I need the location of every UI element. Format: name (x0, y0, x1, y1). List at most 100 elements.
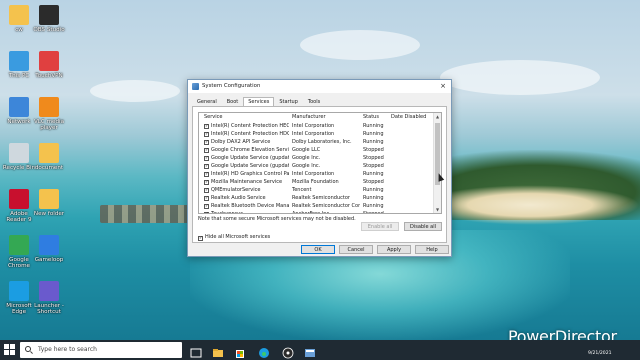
tab-tools[interactable]: Tools (303, 97, 325, 106)
desktop-icon-label: TouchVPN (35, 73, 63, 79)
service-row[interactable]: ✓Touchvpnsvc AnchorFree Inc. Stopped (199, 211, 433, 214)
taskbar-date[interactable]: 9/21/2021 (588, 351, 612, 356)
desktop-icon-touchvpn[interactable]: TouchVPN (30, 51, 68, 79)
services-list-header: Service Manufacturer Status Date Disable… (199, 114, 433, 122)
service-checkbox[interactable]: ✓ (204, 164, 209, 169)
system-configuration-taskbar-icon[interactable] (304, 344, 316, 357)
service-checkbox[interactable]: ✓ (204, 172, 209, 177)
water-villas (100, 205, 195, 223)
tab-startup[interactable]: Startup (274, 97, 303, 106)
service-status: Stopped (363, 211, 384, 214)
service-row[interactable]: ✓ Intel(R) Content Protection HDC... Intel… (199, 131, 433, 139)
file-explorer-icon[interactable] (212, 344, 224, 357)
taskbar-search-box[interactable]: Type here to search (20, 342, 182, 358)
island-beach (420, 185, 640, 225)
desktop-icon-launcher-shortcut[interactable]: Launcher - Shortcut (30, 281, 68, 316)
service-status: Running (363, 171, 384, 177)
service-row[interactable]: ✓ Google Chrome Elevation Servic... Google… (199, 147, 433, 155)
service-manufacturer: Mozilla Foundation (292, 179, 339, 185)
search-placeholder: Type here to search (38, 346, 97, 353)
service-checkbox[interactable]: ✓ (204, 124, 209, 129)
hide-microsoft-services[interactable]: ✓ Hide all Microsoft services (198, 234, 270, 241)
service-row[interactable]: ✓ Intel(R) Content Protection HEC... Intel… (199, 123, 433, 131)
service-checkbox[interactable]: ✓ (204, 212, 209, 213)
service-name: Realtek Bluetooth Device Manag... (211, 203, 289, 209)
desktop-icon-label: document (34, 165, 64, 171)
scroll-up-icon[interactable]: ▲ (434, 113, 441, 120)
service-row[interactable]: ✓Google Update Service (gupdatem)Google … (199, 163, 433, 171)
task-view-icon[interactable] (190, 344, 202, 358)
service-manufacturer: Dolby Laboratories, Inc. (292, 139, 352, 145)
this-pc-icon (9, 51, 29, 71)
service-status: Stopped (363, 163, 384, 169)
close-icon[interactable]: × (438, 81, 448, 91)
services-panel: Service Manufacturer Status Date Disable… (192, 106, 447, 243)
service-row[interactable]: ✓ Realtek Audio Service Realtek Semiconduc… (199, 195, 433, 203)
service-row[interactable]: ✓ Realtek Bluetooth Device Manag... Realte… (199, 203, 433, 211)
windows-start-icon[interactable] (4, 344, 16, 356)
service-name: QMEmulatorService (211, 187, 261, 193)
dialog-title: System Configuration (202, 83, 261, 89)
desktop-icon-gameloop[interactable]: Gameloop (30, 235, 68, 263)
service-row[interactable]: ✓ Google Update Service (gupdate) Google I… (199, 155, 433, 163)
disable-all-button[interactable]: Disable all (404, 222, 442, 231)
service-row[interactable]: ✓ QMEmulatorService Tencent Running (199, 187, 433, 195)
edge-icon[interactable] (258, 344, 270, 358)
tab-services[interactable]: Services (243, 97, 275, 106)
apply-button[interactable]: Apply (377, 245, 411, 254)
service-checkbox[interactable]: ✓ (204, 132, 209, 137)
service-checkbox[interactable]: ✓ (204, 140, 209, 145)
hide-microsoft-services-checkbox[interactable]: ✓ (198, 236, 203, 241)
column-header-manufacturer[interactable]: Manufacturer (292, 114, 360, 120)
desktop-icon-vlc-media-player[interactable]: VLC media player (30, 97, 68, 132)
hide-microsoft-services-label: Hide all Microsoft services (205, 234, 271, 240)
service-checkbox[interactable]: ✓ (204, 180, 209, 185)
tab-boot[interactable]: Boot (222, 97, 244, 106)
store-icon[interactable] (234, 344, 246, 358)
desktop-icon-obs-studio[interactable]: OBS Studio (30, 5, 68, 33)
cw-icon (9, 5, 29, 25)
desktop-icon-label: Google Chrome (8, 257, 30, 270)
tab-general[interactable]: General (192, 97, 222, 106)
obs-studio-icon[interactable] (282, 344, 294, 359)
desktop-icon-label: Adobe Reader 9 (6, 211, 32, 224)
service-name: Touchvpnsvc (211, 211, 243, 214)
service-name: Intel(R) HD Graphics Control Pa... (211, 171, 289, 177)
service-checkbox[interactable]: ✓ (204, 148, 209, 153)
recycle-bin-icon (9, 143, 29, 163)
services-list[interactable]: Service Manufacturer Status Date Disable… (198, 112, 442, 214)
service-checkbox[interactable]: ✓ (204, 156, 209, 161)
service-manufacturer: Google Inc. (292, 163, 321, 169)
column-header-date-disabled[interactable]: Date Disabled (391, 114, 431, 120)
desktop-icon-label: New folder (33, 211, 65, 217)
service-checkbox[interactable]: ✓ (204, 196, 209, 201)
service-row[interactable]: ✓ Mozilla Maintenance Service Mozilla Foun… (199, 179, 433, 187)
desktop-icon-new-folder[interactable]: New folder (30, 189, 68, 217)
service-name: Intel(R) Content Protection HEC... (211, 123, 289, 129)
service-status: Stopped (363, 179, 384, 185)
service-row[interactable]: ✓ Dolby DAX2 API Service Dolby Laboratorie… (199, 139, 433, 147)
ok-button[interactable]: OK (301, 245, 335, 254)
service-row[interactable]: ✓ Intel(R) HD Graphics Control Pa... Intel… (199, 171, 433, 179)
service-checkbox[interactable]: ✓ (204, 188, 209, 193)
service-manufacturer: AnchorFree Inc. (292, 211, 331, 214)
column-header-status[interactable]: Status (363, 114, 389, 120)
service-manufacturer: Realtek Semiconductor (292, 195, 350, 201)
service-status: Running (363, 187, 384, 193)
desktop-icon-label: cw (15, 27, 23, 33)
service-name: Realtek Audio Service (211, 195, 266, 201)
services-scrollbar[interactable]: ▲ ▼ (433, 113, 441, 213)
service-manufacturer: Intel Corporation (292, 171, 335, 177)
scroll-down-icon[interactable]: ▼ (434, 206, 441, 213)
column-header-service[interactable]: Service (204, 114, 288, 120)
service-status: Running (363, 139, 384, 145)
help-button[interactable]: Help (415, 245, 449, 254)
dialog-titlebar[interactable]: System Configuration × (188, 80, 451, 93)
enable-all-button[interactable]: Enable all (361, 222, 399, 231)
vlc-media-player-icon (39, 97, 59, 117)
service-checkbox[interactable]: ✓ (204, 204, 209, 209)
cancel-button[interactable]: Cancel (339, 245, 373, 254)
desktop-icon-document[interactable]: document (30, 143, 68, 171)
service-status: Stopped (363, 147, 384, 153)
service-manufacturer: Tencent (292, 187, 312, 193)
